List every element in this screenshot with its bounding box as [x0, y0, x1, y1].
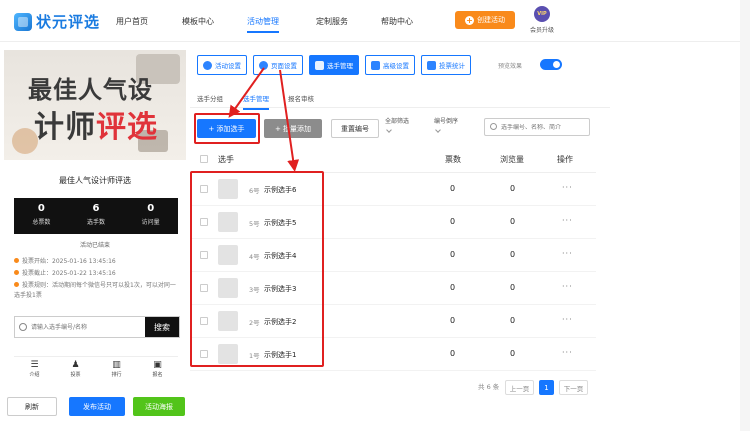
annotation-arrows — [228, 67, 300, 172]
page-scrollbar[interactable] — [740, 0, 750, 431]
arrow-to-add-button — [228, 67, 265, 118]
arrow-to-list — [279, 69, 300, 172]
